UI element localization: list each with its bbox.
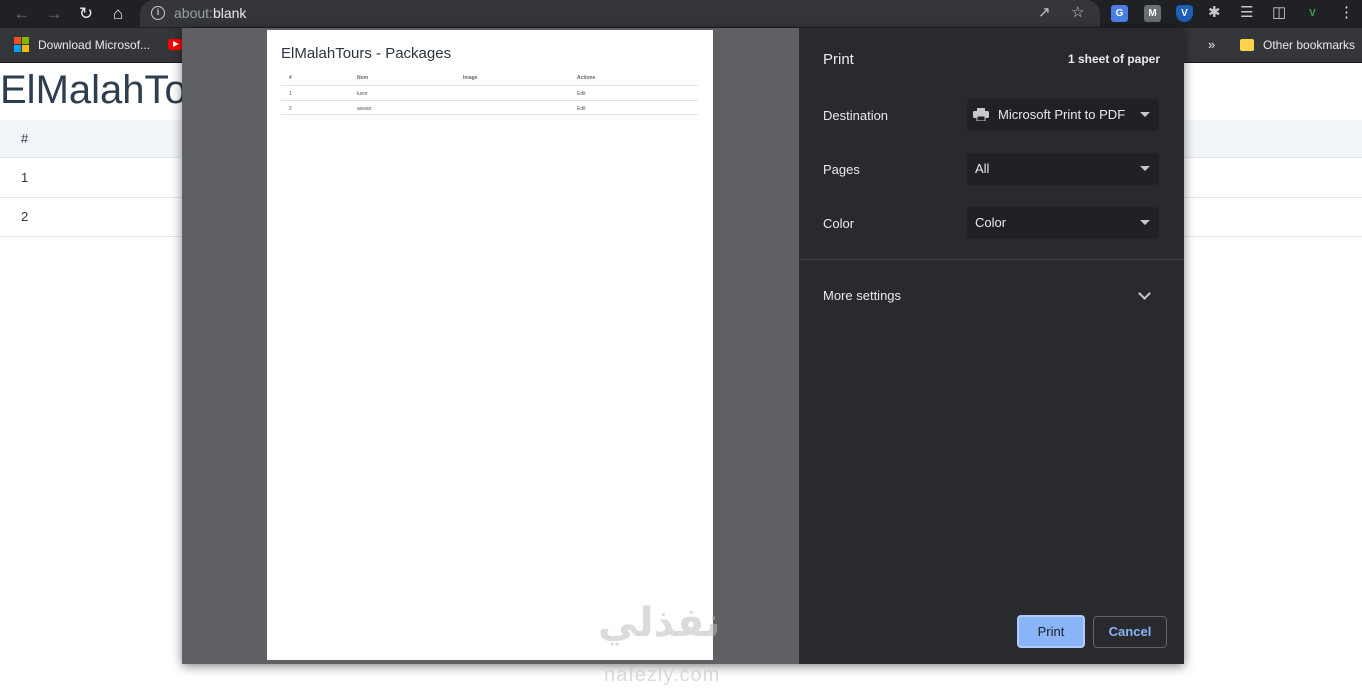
m-extension-icon[interactable]: M: [1144, 5, 1161, 22]
bookmark-download-microsoft[interactable]: Download Microsof...: [14, 37, 150, 54]
menu-kebab-icon[interactable]: ⋮: [1339, 4, 1354, 22]
preview-sheet: ElMalahTours - Packages # Nom Image Acti…: [267, 30, 713, 660]
preview-cell: luxor: [357, 91, 368, 97]
bookmarks-overflow-icon[interactable]: »: [1208, 36, 1215, 53]
table-header-cell: #: [21, 131, 29, 146]
preview-cell: Edit: [577, 106, 586, 112]
panel-divider: [799, 259, 1184, 260]
url-host: blank: [212, 5, 247, 21]
translate-extension-icon[interactable]: G: [1111, 5, 1128, 22]
preview-cell: aswan: [357, 106, 372, 112]
preview-table-row: 1 luxor Edit: [281, 85, 698, 100]
address-bar[interactable]: i about:blank ↗ ☆: [140, 0, 1100, 27]
cancel-button[interactable]: Cancel: [1093, 616, 1167, 648]
url-scheme: about:: [174, 5, 213, 21]
forward-icon[interactable]: →: [43, 3, 65, 25]
destination-label: Destination: [823, 108, 889, 123]
preview-cell: 1: [289, 91, 292, 97]
reload-icon[interactable]: ↻: [75, 3, 97, 25]
color-value: Color: [975, 215, 1007, 230]
back-icon[interactable]: ←: [11, 3, 33, 25]
preview-title: ElMalahTours - Packages: [281, 45, 452, 62]
color-select[interactable]: Color: [967, 207, 1159, 239]
destination-value: Microsoft Print to PDF: [998, 107, 1126, 122]
preview-cell: 2: [289, 106, 292, 112]
shield-extension-icon[interactable]: V: [1176, 5, 1193, 22]
page-title: ElMalahTo: [0, 68, 187, 112]
url-text[interactable]: about:blank: [174, 5, 246, 21]
print-panel-title: Print: [823, 51, 854, 68]
pages-value: All: [975, 161, 990, 176]
dropdown-arrow-icon: [1140, 112, 1150, 117]
destination-select[interactable]: Microsoft Print to PDF: [967, 99, 1159, 131]
preview-table: # Nom Image Actions 1 luxor Edit 2 aswan…: [281, 70, 698, 115]
microsoft-logo-icon: [14, 37, 29, 52]
preview-header-cell: Nom: [357, 75, 369, 81]
extensions-puzzle-icon[interactable]: ✱: [1208, 4, 1221, 22]
bookmark-star-icon[interactable]: ☆: [1071, 4, 1084, 22]
pages-select[interactable]: All: [967, 153, 1159, 185]
pages-label: Pages: [823, 162, 860, 177]
print-preview-area: ElMalahTours - Packages # Nom Image Acti…: [182, 28, 799, 664]
bookmark-label: Other bookmarks: [1263, 38, 1356, 52]
printer-icon: [973, 108, 989, 121]
dropdown-arrow-icon: [1140, 166, 1150, 171]
media-queue-icon[interactable]: ☰: [1240, 4, 1253, 22]
dropdown-arrow-icon: [1140, 220, 1150, 225]
vue-extension-icon[interactable]: V: [1304, 5, 1321, 22]
print-dialog: ElMalahTours - Packages # Nom Image Acti…: [182, 28, 1184, 664]
site-info-icon[interactable]: i: [151, 6, 165, 20]
folder-icon: [1240, 39, 1254, 51]
preview-cell: Edit: [577, 91, 586, 97]
home-icon[interactable]: ⌂: [107, 3, 129, 25]
chevron-down-icon[interactable]: [1138, 287, 1151, 300]
print-button[interactable]: Print: [1017, 615, 1085, 648]
color-label: Color: [823, 216, 855, 231]
browser-toolbar: ← → ↻ ⌂ i about:blank ↗ ☆ G M V ✱ ☰ ◫ V …: [0, 0, 1362, 28]
preview-table-row: 2 aswan Edit: [281, 100, 698, 115]
print-settings-panel: Print 1 sheet of paper Destination Micro…: [799, 28, 1184, 664]
table-cell: 2: [21, 209, 29, 224]
watermark-arabic: نفذلي: [598, 600, 721, 646]
sheet-count: 1 sheet of paper: [1067, 52, 1160, 66]
preview-header-cell: Image: [463, 75, 478, 81]
watermark-logo: نفذلي nafezly.com: [598, 600, 768, 690]
more-settings-toggle[interactable]: More settings: [823, 288, 901, 303]
preview-header-cell: Actions: [577, 75, 596, 81]
watermark-latin: nafezly.com: [604, 664, 721, 686]
table-cell: 1: [21, 170, 29, 185]
preview-table-header: # Nom Image Actions: [281, 70, 698, 85]
youtube-bookmark-icon[interactable]: [168, 39, 183, 50]
bookmark-other[interactable]: Other bookmarks: [1240, 37, 1355, 54]
side-panel-icon[interactable]: ◫: [1272, 4, 1286, 22]
share-icon[interactable]: ↗: [1038, 4, 1051, 22]
preview-header-cell: #: [289, 75, 292, 81]
bookmark-label: Download Microsof...: [38, 38, 151, 52]
